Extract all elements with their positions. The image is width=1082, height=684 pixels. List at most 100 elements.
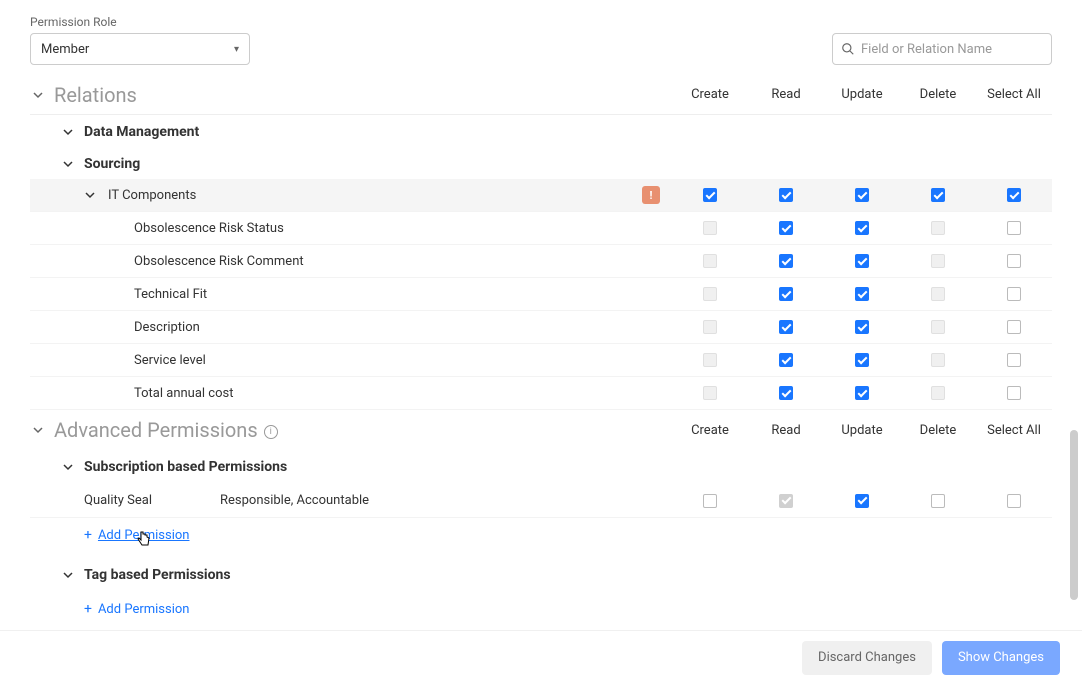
chk-obs-status-read[interactable] — [779, 221, 793, 235]
search-field[interactable] — [832, 33, 1052, 65]
main-content: Relations Create Read Update Delete Sele… — [0, 75, 1082, 626]
chk-tech-fit-create[interactable] — [703, 287, 717, 301]
adv-col-read: Read — [748, 423, 824, 438]
chk-svc-create[interactable] — [703, 353, 717, 367]
chk-desc-all[interactable] — [1007, 320, 1021, 334]
data-mgmt-title: Data Management — [84, 124, 199, 140]
add-permission-sub[interactable]: + Add Permission — [30, 518, 1052, 552]
data-mgmt-toggle[interactable] — [60, 124, 76, 140]
chk-svc-delete[interactable] — [931, 353, 945, 367]
add-permission-tag[interactable]: + Add Permission — [30, 592, 1052, 626]
search-icon — [841, 42, 855, 56]
col-create: Create — [672, 87, 748, 102]
col-update: Update — [824, 87, 900, 102]
adv-column-headers: Create Read Update Delete Select All — [672, 423, 1052, 438]
relations-header: Relations Create Read Update Delete Sele… — [30, 75, 1052, 115]
chk-svc-update[interactable] — [855, 353, 869, 367]
sourcing-group[interactable]: Sourcing — [30, 149, 1052, 179]
chk-qs-create[interactable] — [703, 494, 717, 508]
chk-tech-fit-all[interactable] — [1007, 287, 1021, 301]
chk-qs-update[interactable] — [855, 494, 869, 508]
chk-cost-all[interactable] — [1007, 386, 1021, 400]
warning-badge: ! — [642, 186, 660, 204]
role-label: Permission Role — [30, 15, 250, 29]
row-service-level: Service level — [30, 344, 1052, 377]
chk-cost-read[interactable] — [779, 386, 793, 400]
chk-qs-delete[interactable] — [931, 494, 945, 508]
sourcing-title: Sourcing — [84, 156, 140, 172]
adv-col-delete: Delete — [900, 423, 976, 438]
chk-desc-create[interactable] — [703, 320, 717, 334]
chk-obs-status-create[interactable] — [703, 221, 717, 235]
col-delete: Delete — [900, 87, 976, 102]
it-components-label: IT Components — [98, 188, 642, 203]
top-bar: Permission Role Member ▾ — [0, 0, 1082, 75]
chk-cost-create[interactable] — [703, 386, 717, 400]
col-read: Read — [748, 87, 824, 102]
chk-qs-all[interactable] — [1007, 494, 1021, 508]
role-select[interactable]: Member ▾ — [30, 33, 250, 65]
column-headers: Create Read Update Delete Select All — [672, 87, 1052, 102]
search-input[interactable] — [861, 42, 1043, 57]
tag-based-group[interactable]: Tag based Permissions — [30, 558, 1052, 592]
chk-itc-delete[interactable] — [931, 188, 945, 202]
chk-tech-fit-read[interactable] — [779, 287, 793, 301]
chk-obs-status-all[interactable] — [1007, 221, 1021, 235]
chk-desc-update[interactable] — [855, 320, 869, 334]
chk-obs-status-delete[interactable] — [931, 221, 945, 235]
role-value: Member — [41, 42, 89, 57]
discard-button[interactable]: Discard Changes — [802, 641, 932, 675]
chk-itc-update[interactable] — [855, 188, 869, 202]
relations-title: Relations — [54, 83, 672, 107]
chk-obs-comment-all[interactable] — [1007, 254, 1021, 268]
chk-desc-read[interactable] — [779, 320, 793, 334]
chk-qs-read — [779, 494, 793, 508]
service-level-label: Service level — [98, 353, 672, 368]
row-total-cost: Total annual cost — [30, 377, 1052, 410]
row-it-components: IT Components ! — [30, 179, 1052, 212]
row-obs-status: Obsolescence Risk Status — [30, 212, 1052, 245]
chk-cost-update[interactable] — [855, 386, 869, 400]
tag-based-toggle[interactable] — [60, 567, 76, 583]
advanced-title: Advanced Permissionsi — [54, 418, 672, 442]
quality-seal-scope: Responsible, Accountable — [220, 493, 672, 508]
add-permission-label-2: Add Permission — [98, 602, 190, 617]
chk-itc-all[interactable] — [1007, 188, 1021, 202]
chk-obs-comment-delete[interactable] — [931, 254, 945, 268]
chk-obs-comment-read[interactable] — [779, 254, 793, 268]
show-changes-button[interactable]: Show Changes — [942, 641, 1060, 675]
row-obs-comment: Obsolescence Risk Comment — [30, 245, 1052, 278]
it-components-toggle[interactable] — [82, 190, 98, 200]
chk-itc-read[interactable] — [779, 188, 793, 202]
relations-toggle[interactable] — [30, 87, 46, 103]
advanced-toggle[interactable] — [30, 422, 46, 438]
sub-based-toggle[interactable] — [60, 459, 76, 475]
plus-icon: + — [84, 528, 92, 542]
chk-cost-delete[interactable] — [931, 386, 945, 400]
chk-obs-comment-create[interactable] — [703, 254, 717, 268]
adv-col-create: Create — [672, 423, 748, 438]
scrollbar-thumb[interactable] — [1070, 430, 1078, 600]
chk-desc-delete[interactable] — [931, 320, 945, 334]
row-quality-seal: Quality Seal Responsible, Accountable — [30, 484, 1052, 518]
chk-tech-fit-delete[interactable] — [931, 287, 945, 301]
sub-based-title: Subscription based Permissions — [84, 459, 287, 475]
data-management-group[interactable]: Data Management — [30, 115, 1052, 149]
obs-status-label: Obsolescence Risk Status — [98, 221, 672, 236]
description-label: Description — [98, 320, 672, 335]
chk-obs-comment-update[interactable] — [855, 254, 869, 268]
chk-svc-read[interactable] — [779, 353, 793, 367]
chk-svc-all[interactable] — [1007, 353, 1021, 367]
role-block: Permission Role Member ▾ — [30, 15, 250, 65]
chk-tech-fit-update[interactable] — [855, 287, 869, 301]
quality-seal-label: Quality Seal — [30, 493, 220, 508]
row-tech-fit: Technical Fit — [30, 278, 1052, 311]
obs-comment-label: Obsolescence Risk Comment — [98, 254, 672, 269]
advanced-header: Advanced Permissionsi Create Read Update… — [30, 410, 1052, 450]
chk-obs-status-update[interactable] — [855, 221, 869, 235]
info-icon[interactable]: i — [264, 425, 278, 439]
chk-itc-create[interactable] — [703, 188, 717, 202]
col-select-all: Select All — [976, 87, 1052, 102]
sub-based-group[interactable]: Subscription based Permissions — [30, 450, 1052, 484]
sourcing-toggle[interactable] — [60, 156, 76, 172]
